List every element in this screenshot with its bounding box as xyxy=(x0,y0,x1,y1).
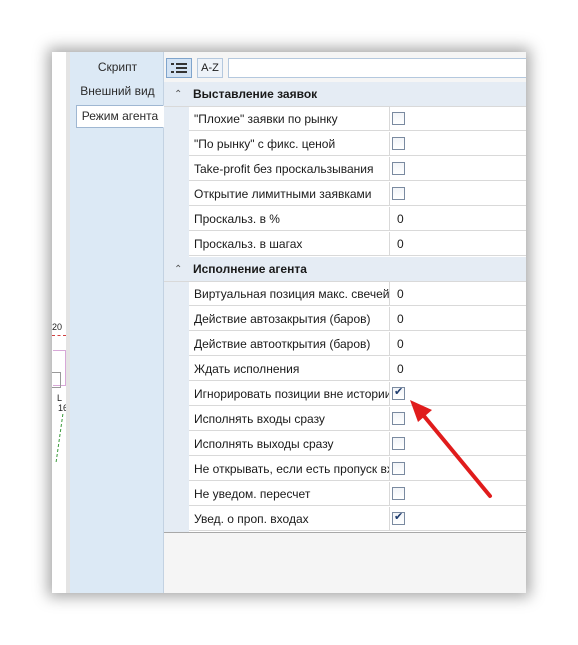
property-row[interactable]: Увед. о проп. входах xyxy=(164,507,526,532)
property-row[interactable]: Действие автозакрытия (баров) 0 xyxy=(164,307,526,332)
row-gutter xyxy=(164,132,189,157)
property-grid: ⌃ Выставление заявок "Плохие" заявки по ры… xyxy=(164,82,526,533)
property-name: Открытие лимитными заявками xyxy=(189,182,390,206)
property-name: Игнорировать позиции вне истории xyxy=(189,382,390,406)
property-name: Исполнять входы сразу xyxy=(189,407,390,431)
property-checkbox[interactable] xyxy=(392,137,405,150)
property-checkbox[interactable] xyxy=(392,437,405,450)
chart-l-label: L xyxy=(57,393,63,403)
property-grid-panel: A-Z ⌃ Выставление заявок "Плохие" заявки п… xyxy=(164,52,526,593)
row-gutter xyxy=(164,457,189,482)
property-value-cell[interactable] xyxy=(390,182,526,206)
row-gutter xyxy=(164,407,189,432)
property-name: Проскальз. в шагах xyxy=(189,232,390,256)
category-header[interactable]: ⌃ Выставление заявок xyxy=(164,82,526,107)
chart-gray-box xyxy=(52,372,61,388)
property-checkbox[interactable] xyxy=(392,510,405,525)
property-name: Исполнять выходы сразу xyxy=(189,432,390,456)
property-value-cell[interactable] xyxy=(390,407,526,431)
property-value-input[interactable]: 0 xyxy=(390,307,526,331)
category-title: Выставление заявок xyxy=(193,87,318,101)
property-row[interactable]: Проскальз. в шагах 0 xyxy=(164,232,526,257)
category-header[interactable]: ⌃ Исполнение агента xyxy=(164,257,526,282)
property-row[interactable]: Игнорировать позиции вне истории xyxy=(164,382,526,407)
property-name: "Плохие" заявки по рынку xyxy=(189,107,390,131)
property-checkbox[interactable] xyxy=(392,187,405,200)
property-value-cell[interactable] xyxy=(390,157,526,181)
row-gutter xyxy=(164,382,189,407)
property-value-input[interactable]: 0 xyxy=(390,232,526,256)
property-value-input[interactable]: 0 xyxy=(390,357,526,381)
settings-tabs: Скрипт Внешний вид Режим агента xyxy=(70,52,164,593)
row-gutter xyxy=(164,282,189,307)
property-checkbox[interactable] xyxy=(392,462,405,475)
property-row[interactable]: Не уведом. пересчет xyxy=(164,482,526,507)
property-grid-toolbar: A-Z xyxy=(164,52,526,83)
property-row[interactable]: Исполнять выходы сразу xyxy=(164,432,526,457)
chevron-up-icon[interactable]: ⌃ xyxy=(174,257,182,282)
property-row[interactable]: "Плохие" заявки по рынку xyxy=(164,107,526,132)
row-gutter xyxy=(164,232,189,257)
tab-agent-mode[interactable]: Режим агента xyxy=(76,105,164,128)
property-checkbox[interactable] xyxy=(392,162,405,175)
row-gutter xyxy=(164,307,189,332)
row-gutter xyxy=(164,357,189,382)
property-checkbox[interactable] xyxy=(392,487,405,500)
property-value-cell[interactable] xyxy=(390,482,526,506)
property-name: Виртуальная позиция макс. свечей xyxy=(189,282,390,306)
property-value-input[interactable]: 0 xyxy=(390,332,526,356)
property-row[interactable]: Действие автооткрытия (баров) 0 xyxy=(164,332,526,357)
categorized-button[interactable] xyxy=(166,58,192,78)
property-search-input[interactable] xyxy=(228,58,526,78)
chart-red-dashed-line xyxy=(52,335,66,336)
property-value-cell[interactable] xyxy=(390,382,526,406)
property-name: Действие автооткрытия (баров) xyxy=(189,332,390,356)
categorized-list-icon xyxy=(171,63,187,73)
property-checkbox[interactable] xyxy=(392,385,405,400)
properties-window: 20 L 16 Скрипт Внешний вид Режим агента xyxy=(52,52,526,593)
row-gutter xyxy=(164,332,189,357)
property-name: Ждать исполнения xyxy=(189,357,390,381)
chevron-up-icon[interactable]: ⌃ xyxy=(174,82,182,107)
property-name: "По рынку" с фикс. ценой xyxy=(189,132,390,156)
property-row[interactable]: Ждать исполнения 0 xyxy=(164,357,526,382)
row-gutter xyxy=(164,432,189,457)
chart-green-dashed-line xyxy=(55,414,66,462)
row-gutter xyxy=(164,157,189,182)
property-value-input[interactable]: 0 xyxy=(390,282,526,306)
property-checkbox[interactable] xyxy=(392,412,405,425)
tab-script[interactable]: Скрипт xyxy=(76,57,159,78)
property-name: Не уведом. пересчет xyxy=(189,482,390,506)
property-name: Проскальз. в % xyxy=(189,207,390,231)
property-name: Не открывать, если есть пропуск входа xyxy=(189,457,390,481)
property-row[interactable]: Исполнять входы сразу xyxy=(164,407,526,432)
property-row[interactable]: Открытие лимитными заявками xyxy=(164,182,526,207)
property-value-cell[interactable] xyxy=(390,432,526,456)
row-gutter xyxy=(164,507,189,532)
alphabetical-button[interactable]: A-Z xyxy=(197,58,223,78)
property-value-cell[interactable] xyxy=(390,132,526,156)
property-name: Увед. о проп. входах xyxy=(189,507,390,531)
property-value-input[interactable]: 0 xyxy=(390,207,526,231)
row-gutter xyxy=(164,107,189,132)
row-gutter xyxy=(164,207,189,232)
property-row[interactable]: Виртуальная позиция макс. свечей 0 xyxy=(164,282,526,307)
row-gutter xyxy=(164,182,189,207)
row-gutter xyxy=(164,482,189,507)
tab-appearance[interactable]: Внешний вид xyxy=(76,81,159,102)
grid-bottom-border xyxy=(164,532,526,533)
chart-fragment: 20 L 16 xyxy=(52,52,68,593)
property-row[interactable]: Проскальз. в % 0 xyxy=(164,207,526,232)
property-value-cell[interactable] xyxy=(390,457,526,481)
property-row[interactable]: Take-profit без проскальзывания xyxy=(164,157,526,182)
property-checkbox[interactable] xyxy=(392,112,405,125)
property-value-cell[interactable] xyxy=(390,507,526,531)
category-title: Исполнение агента xyxy=(193,262,307,276)
property-row[interactable]: "По рынку" с фикс. ценой xyxy=(164,132,526,157)
property-row[interactable]: Не открывать, если есть пропуск входа xyxy=(164,457,526,482)
chart-price-label: 20 xyxy=(52,322,63,332)
property-value-cell[interactable] xyxy=(390,107,526,131)
property-name: Действие автозакрытия (баров) xyxy=(189,307,390,331)
property-name: Take-profit без проскальзывания xyxy=(189,157,390,181)
